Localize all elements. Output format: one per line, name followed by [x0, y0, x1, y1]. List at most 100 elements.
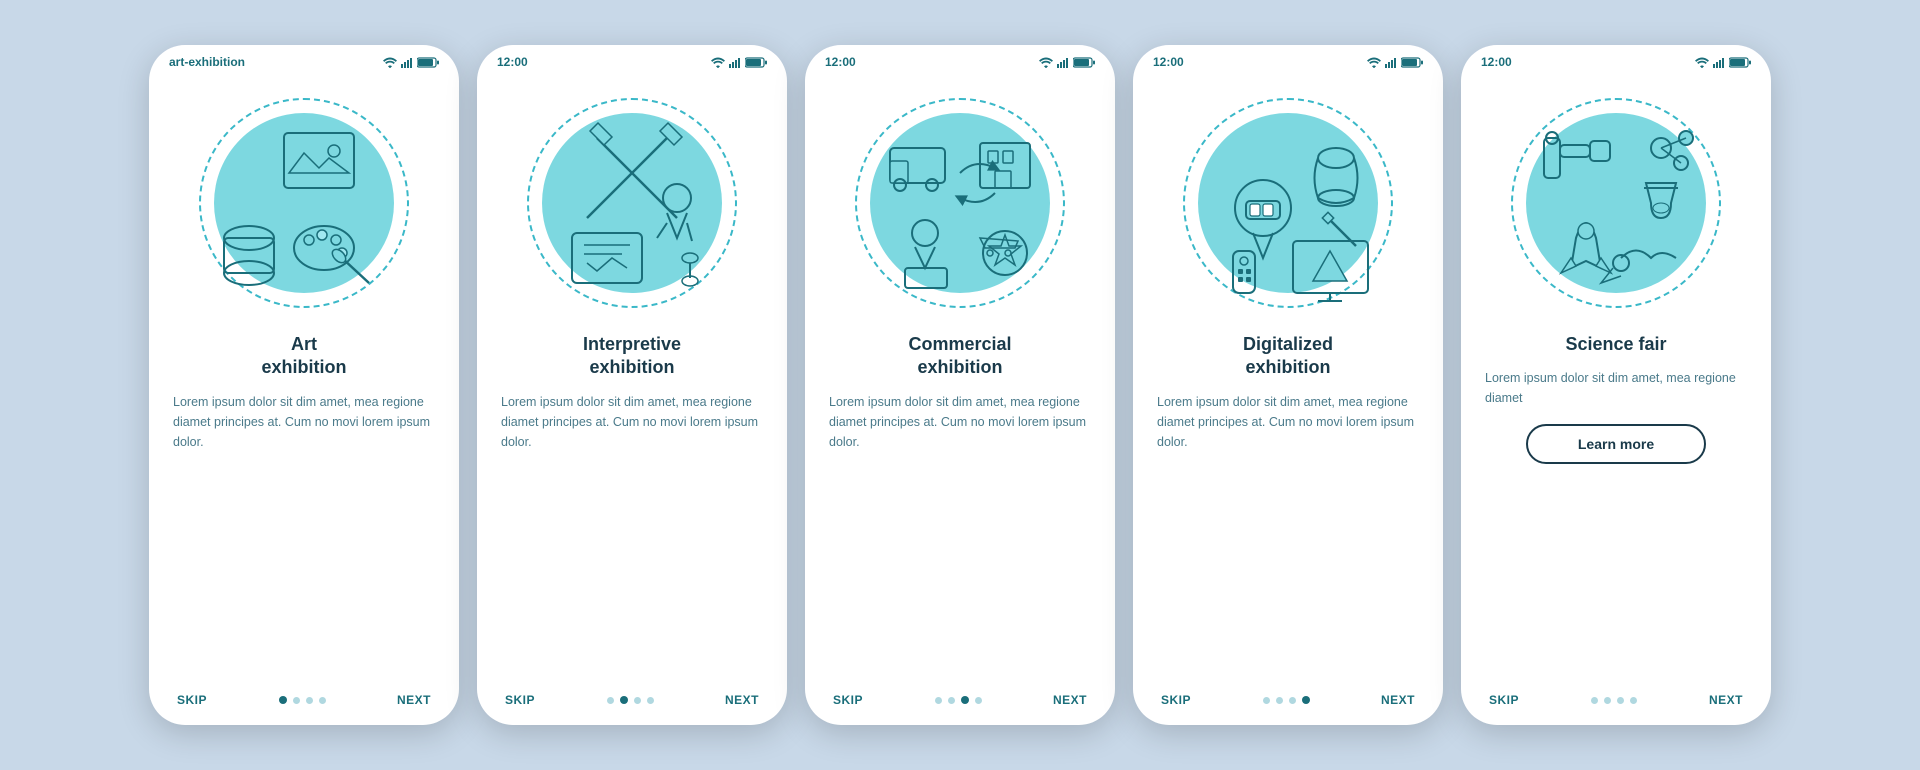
art-illustration [194, 93, 414, 313]
dots-5 [1591, 697, 1637, 704]
dots-3 [935, 696, 982, 704]
status-time-1: art-exhibition [169, 55, 245, 69]
bottom-nav-1: SKIP NEXT [149, 683, 459, 725]
skip-btn-1[interactable]: SKIP [177, 693, 207, 707]
card-desc-4: Lorem ipsum dolor sit dim amet, mea regi… [1157, 392, 1419, 452]
status-time-4: 12:00 [1153, 55, 1184, 69]
skip-btn-2[interactable]: SKIP [505, 693, 535, 707]
illustration-area-3 [805, 73, 1115, 333]
content-area-3: Commercialexhibition Lorem ipsum dolor s… [805, 333, 1115, 683]
wifi-icon-2 [711, 57, 725, 68]
illustration-area-1 [149, 73, 459, 333]
status-icons-5 [1695, 57, 1751, 68]
bottom-nav-5: SKIP NEXT [1461, 683, 1771, 725]
dot-3-0 [935, 697, 942, 704]
signal-icon-5 [1713, 57, 1725, 68]
wifi-icon-5 [1695, 57, 1709, 68]
dot-2-3 [647, 697, 654, 704]
wifi-icon-1 [383, 57, 397, 68]
status-time-5: 12:00 [1481, 55, 1512, 69]
skip-btn-4[interactable]: SKIP [1161, 693, 1191, 707]
dot-1-1 [293, 697, 300, 704]
illustration-area-2 [477, 73, 787, 333]
content-area-4: Digitalizedexhibition Lorem ipsum dolor … [1133, 333, 1443, 683]
interpretive-illustration [522, 93, 742, 313]
wifi-icon-3 [1039, 57, 1053, 68]
dot-4-2 [1289, 697, 1296, 704]
signal-icon-3 [1057, 57, 1069, 68]
card-desc-1: Lorem ipsum dolor sit dim amet, mea regi… [173, 392, 435, 452]
phone-card-science-fair: 12:00 [1461, 45, 1771, 725]
dot-2-1 [620, 696, 628, 704]
content-area-2: Interpretiveexhibition Lorem ipsum dolor… [477, 333, 787, 683]
next-btn-4[interactable]: NEXT [1381, 693, 1415, 707]
signal-icon-1 [401, 57, 413, 68]
battery-icon-1 [417, 57, 439, 68]
card-desc-3: Lorem ipsum dolor sit dim amet, mea regi… [829, 392, 1091, 452]
status-bar-5: 12:00 [1461, 45, 1771, 73]
next-btn-5[interactable]: NEXT [1709, 693, 1743, 707]
dot-3-2 [961, 696, 969, 704]
next-btn-3[interactable]: NEXT [1053, 693, 1087, 707]
skip-btn-5[interactable]: SKIP [1489, 693, 1519, 707]
card-title-5: Science fair [1485, 333, 1747, 356]
status-time-3: 12:00 [825, 55, 856, 69]
dot-5-1 [1604, 697, 1611, 704]
card-title-2: Interpretiveexhibition [501, 333, 763, 380]
dot-4-1 [1276, 697, 1283, 704]
next-btn-1[interactable]: NEXT [397, 693, 431, 707]
battery-icon-5 [1729, 57, 1751, 68]
illustration-area-5 [1461, 73, 1771, 333]
phone-card-art-exhibition: art-exhibition [149, 45, 459, 725]
card-title-1: Artexhibition [173, 333, 435, 380]
status-bar-3: 12:00 [805, 45, 1115, 73]
dot-4-0 [1263, 697, 1270, 704]
phones-container: art-exhibition [149, 45, 1771, 725]
signal-icon-2 [729, 57, 741, 68]
dot-4-3 [1302, 696, 1310, 704]
phone-card-interpretive-exhibition: 12:00 [477, 45, 787, 725]
status-icons-2 [711, 57, 767, 68]
learn-more-button[interactable]: Learn more [1526, 424, 1706, 464]
status-bar-2: 12:00 [477, 45, 787, 73]
battery-icon-3 [1073, 57, 1095, 68]
commercial-illustration [850, 93, 1070, 313]
science-illustration [1506, 93, 1726, 313]
dot-2-0 [607, 697, 614, 704]
status-time-2: 12:00 [497, 55, 528, 69]
dot-3-3 [975, 697, 982, 704]
dot-2-2 [634, 697, 641, 704]
phone-card-commercial-exhibition: 12:00 [805, 45, 1115, 725]
status-icons-4 [1367, 57, 1423, 68]
dots-1 [279, 696, 326, 704]
status-icons-3 [1039, 57, 1095, 68]
status-bar-4: 12:00 [1133, 45, 1443, 73]
card-desc-5: Lorem ipsum dolor sit dim amet, mea regi… [1485, 368, 1747, 408]
dot-5-0 [1591, 697, 1598, 704]
wifi-icon-4 [1367, 57, 1381, 68]
content-area-5: Science fair Lorem ipsum dolor sit dim a… [1461, 333, 1771, 683]
dot-5-2 [1617, 697, 1624, 704]
dots-4 [1263, 696, 1310, 704]
bottom-nav-3: SKIP NEXT [805, 683, 1115, 725]
next-btn-2[interactable]: NEXT [725, 693, 759, 707]
battery-icon-2 [745, 57, 767, 68]
skip-btn-3[interactable]: SKIP [833, 693, 863, 707]
digitalized-illustration [1178, 93, 1398, 313]
bottom-nav-2: SKIP NEXT [477, 683, 787, 725]
battery-icon-4 [1401, 57, 1423, 68]
bottom-nav-4: SKIP NEXT [1133, 683, 1443, 725]
card-title-3: Commercialexhibition [829, 333, 1091, 380]
status-bar-1: art-exhibition [149, 45, 459, 73]
dot-1-2 [306, 697, 313, 704]
content-area-1: Artexhibition Lorem ipsum dolor sit dim … [149, 333, 459, 683]
illustration-area-4 [1133, 73, 1443, 333]
card-desc-2: Lorem ipsum dolor sit dim amet, mea regi… [501, 392, 763, 452]
phone-card-digitalized-exhibition: 12:00 [1133, 45, 1443, 725]
card-title-4: Digitalizedexhibition [1157, 333, 1419, 380]
dot-5-3 [1630, 697, 1637, 704]
dot-1-0 [279, 696, 287, 704]
status-icons-1 [383, 57, 439, 68]
dot-3-1 [948, 697, 955, 704]
dot-1-3 [319, 697, 326, 704]
